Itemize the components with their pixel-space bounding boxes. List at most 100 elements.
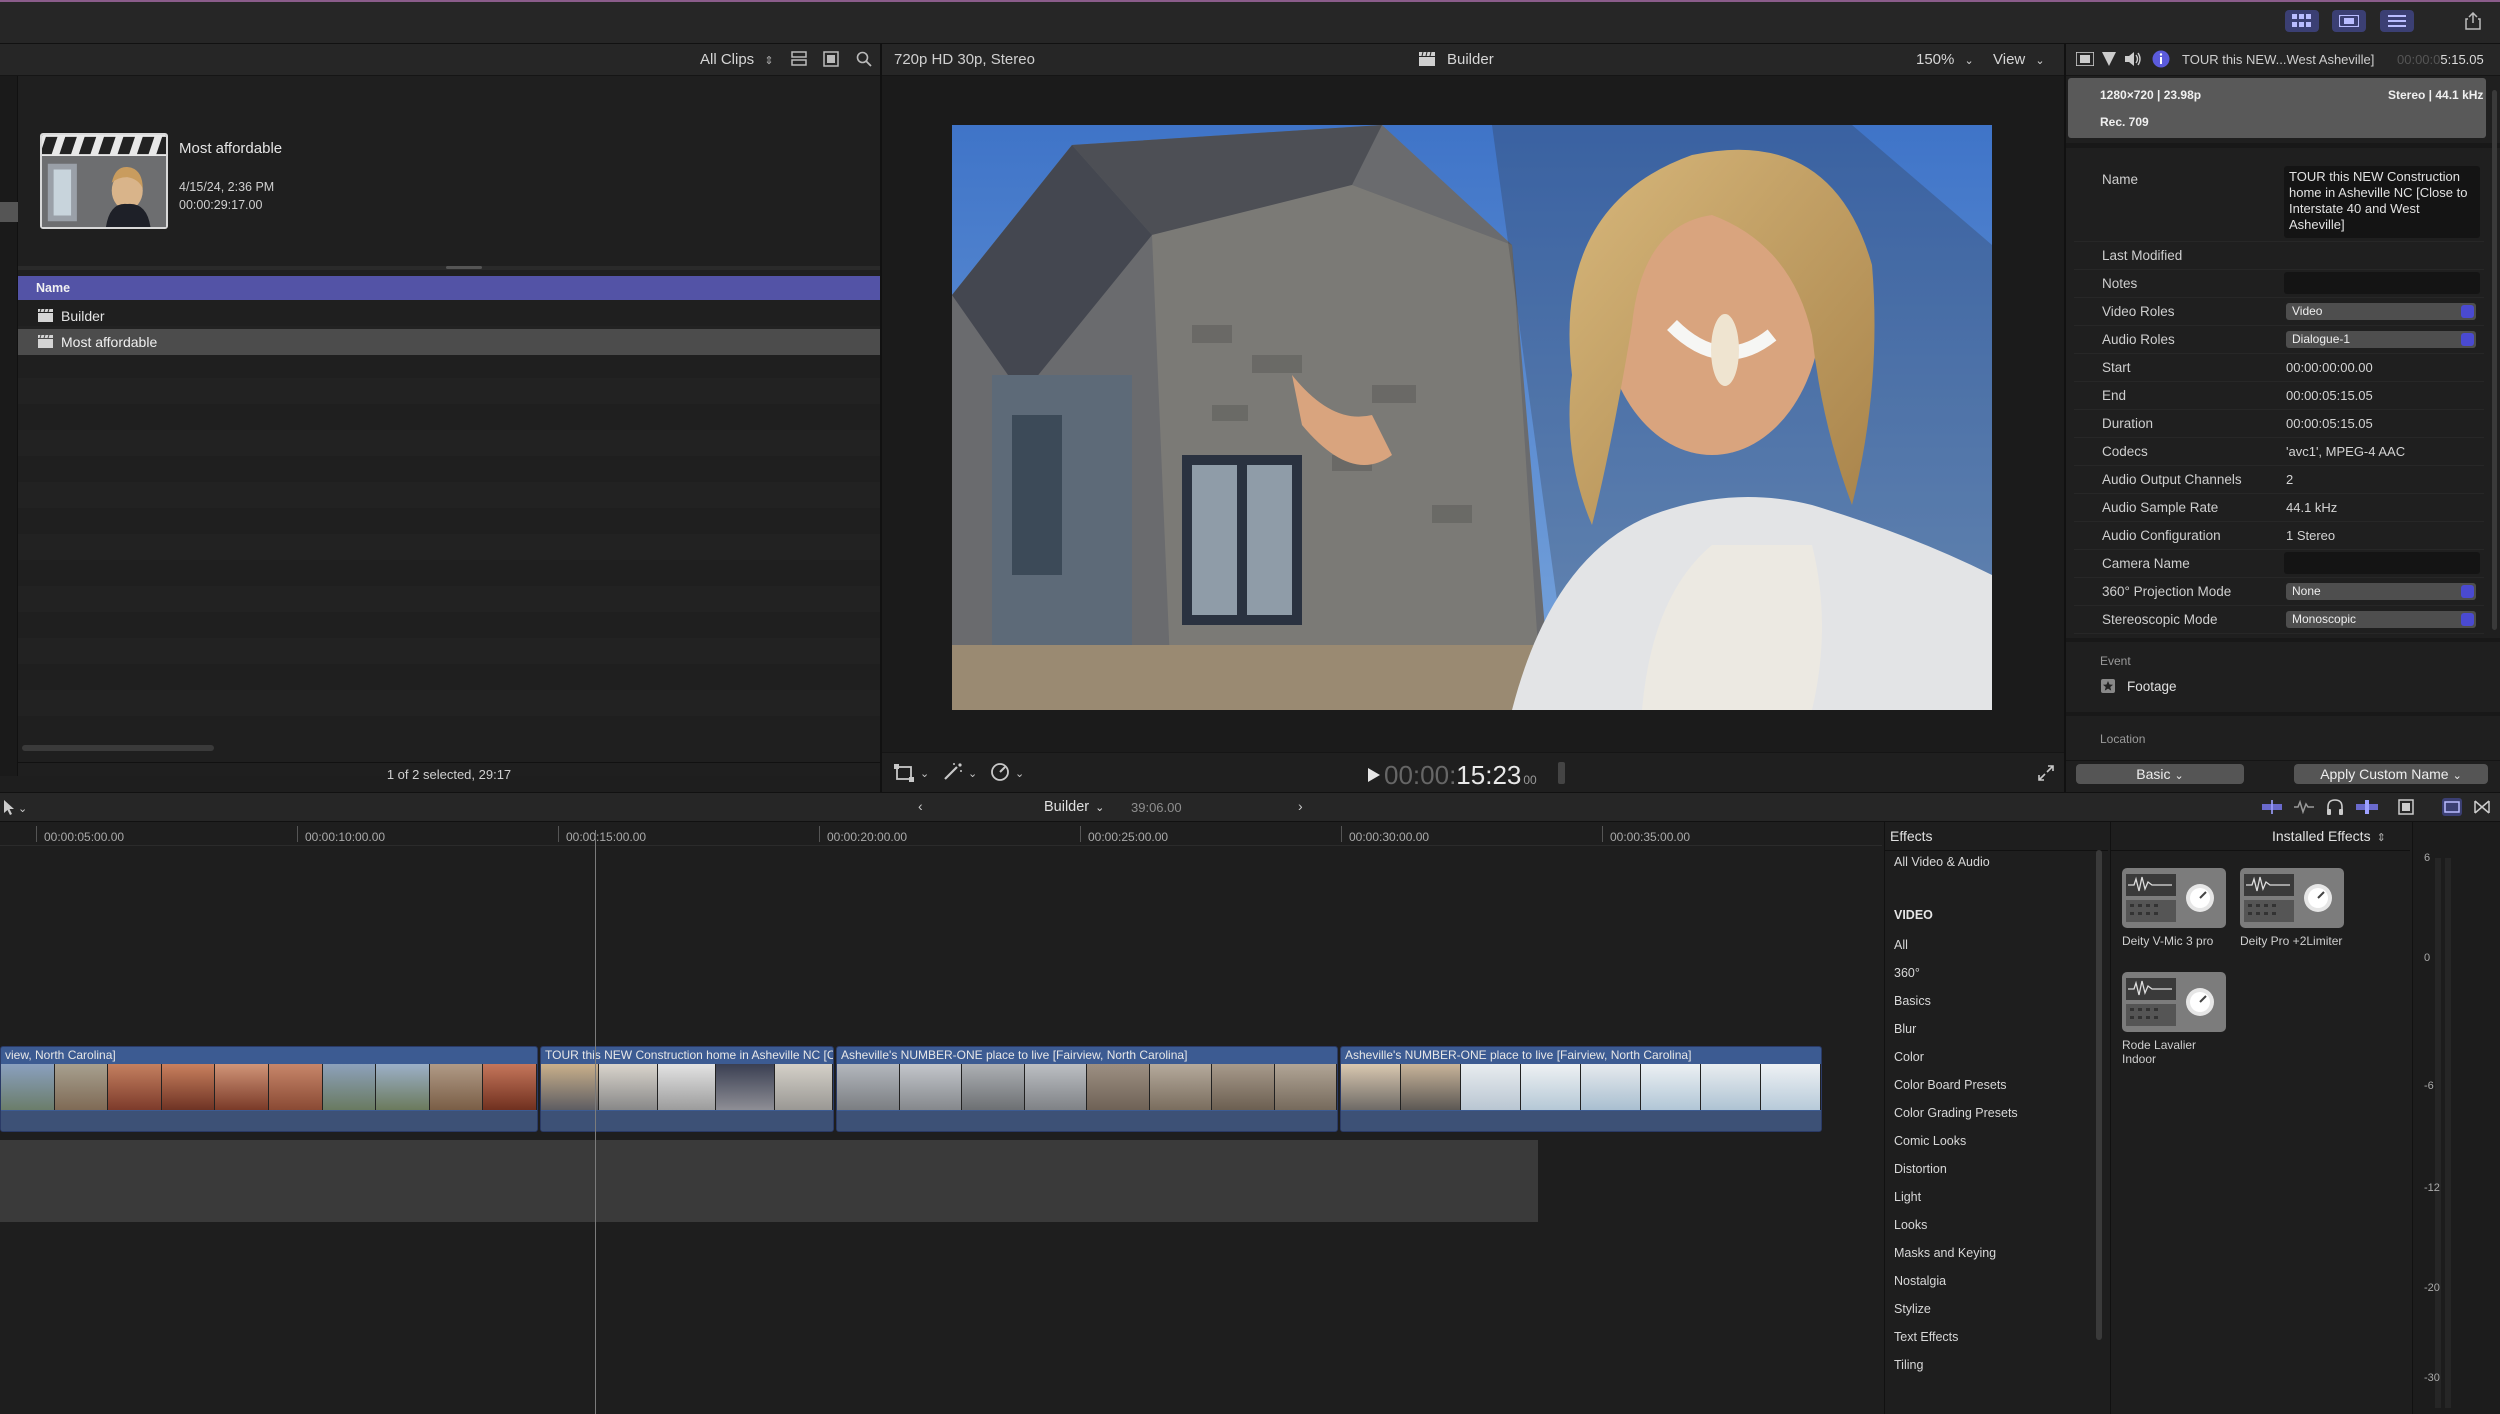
fx-category[interactable]: Color xyxy=(1894,1050,1924,1064)
prop-last-modified: Last Modified xyxy=(2074,242,2484,270)
fx-category[interactable]: Looks xyxy=(1894,1218,1927,1232)
fullscreen-icon[interactable] xyxy=(2038,765,2054,781)
meter-label: -20 xyxy=(2424,1282,2440,1294)
inspector-toggle-button[interactable] xyxy=(2380,10,2414,32)
prop-value: 00:00:00:00.00 xyxy=(2286,360,2373,375)
apply-custom-name-button[interactable]: Apply Custom Name ⌄ xyxy=(2294,764,2488,784)
clip-appearance-icon[interactable] xyxy=(2398,799,2414,815)
timeline-header xyxy=(0,792,2500,822)
effects-browser-icon[interactable] xyxy=(2442,798,2462,816)
snapping-icon[interactable] xyxy=(2356,800,2378,814)
video-roles-popup[interactable]: Video xyxy=(2286,303,2476,320)
list-item-selected[interactable]: Most affordable xyxy=(18,329,880,355)
fx-category[interactable]: Stylize xyxy=(1894,1302,1931,1316)
audio-waveform xyxy=(1,1111,537,1131)
installed-effects-label: Installed Effects xyxy=(2272,828,2371,844)
event-label: Event xyxy=(2100,654,2131,668)
projection-mode-popup[interactable]: None xyxy=(2286,583,2476,600)
section-divider xyxy=(2066,143,2500,148)
chevron-down-icon[interactable]: ⌄ xyxy=(18,802,27,815)
stereoscopic-mode-popup[interactable]: Monoscopic xyxy=(2286,611,2476,628)
timeline-clip[interactable]: Asheville's NUMBER-ONE place to live [Fa… xyxy=(836,1046,1338,1132)
play-icon[interactable] xyxy=(1368,768,1380,782)
zoom-menu[interactable]: 150% ⌄ xyxy=(1916,51,1974,68)
timeline-clip[interactable]: TOUR this NEW Construction home in Ashev… xyxy=(540,1046,834,1132)
audio-roles-popup[interactable]: Dialogue-1 xyxy=(2286,331,2476,348)
library-sidebar-collapsed[interactable] xyxy=(0,76,18,776)
ruler-label: 00:00:25:00.00 xyxy=(1088,830,1169,844)
ruler-label: 00:00:10:00.00 xyxy=(305,830,386,844)
clip-appearance-icon[interactable] xyxy=(791,51,807,67)
chevron-down-icon[interactable]: ⌄ xyxy=(968,767,977,780)
section-divider xyxy=(2066,712,2500,716)
video-frame[interactable] xyxy=(952,125,1992,710)
forward-arrow-icon[interactable]: › xyxy=(1298,798,1303,814)
magic-wand-icon[interactable] xyxy=(942,762,964,782)
clip-thumbnail[interactable] xyxy=(40,133,168,229)
timeline-project-menu[interactable]: Builder ⌄ xyxy=(1044,799,1104,815)
fx-category[interactable]: 360° xyxy=(1894,966,1920,980)
clip-filter-menu[interactable]: All Clips ⇕ xyxy=(700,51,774,68)
list-item[interactable]: Builder xyxy=(18,303,880,329)
audio-skimming-icon[interactable] xyxy=(2294,800,2314,814)
name-field[interactable]: TOUR this NEW Construction home in Ashev… xyxy=(2284,166,2480,238)
fx-category[interactable]: Basics xyxy=(1894,994,1931,1008)
chevron-down-icon: ⌄ xyxy=(1095,802,1105,814)
fx-category-all-video-audio[interactable]: All Video & Audio xyxy=(1894,855,1990,869)
fx-category[interactable]: Comic Looks xyxy=(1894,1134,1966,1148)
prop-audio-configuration: Audio Configuration 1 Stereo xyxy=(2074,522,2484,550)
speaker-icon[interactable] xyxy=(2124,51,2142,67)
filmstrip-view-icon[interactable] xyxy=(823,51,839,67)
fx-category[interactable]: Distortion xyxy=(1894,1162,1947,1176)
notes-field[interactable] xyxy=(2284,272,2480,294)
fx-category[interactable]: Masks and Keying xyxy=(1894,1246,1996,1260)
installed-effects-menu[interactable]: Installed Effects ⇕ xyxy=(2272,828,2386,844)
speed-icon[interactable] xyxy=(990,762,1010,782)
timeline-clip[interactable]: Asheville's NUMBER-ONE place to live [Fa… xyxy=(1340,1046,1822,1132)
timeline-toggle-button[interactable] xyxy=(2332,10,2366,32)
top-toolbar xyxy=(0,0,2500,44)
chevron-down-icon[interactable]: ⌄ xyxy=(920,767,929,780)
fx-category[interactable]: Color Board Presets xyxy=(1894,1078,2007,1092)
fx-category[interactable]: Tiling xyxy=(1894,1358,1923,1372)
pointer-icon[interactable] xyxy=(4,800,16,816)
color-inspector-icon[interactable] xyxy=(2101,51,2117,67)
view-menu[interactable]: View ⌄ xyxy=(1993,51,2045,68)
film-inspector-icon[interactable] xyxy=(2076,52,2094,66)
clip-skimming-icon[interactable] xyxy=(2262,800,2282,814)
horizontal-scrollbar[interactable] xyxy=(22,745,214,751)
effect-thumbnail[interactable] xyxy=(2122,972,2226,1032)
info-icon[interactable] xyxy=(2152,50,2170,68)
transform-icon[interactable] xyxy=(894,764,914,782)
clip-title: TOUR this NEW Construction home in Ashev… xyxy=(545,1048,834,1062)
transitions-icon[interactable] xyxy=(2474,800,2490,814)
back-arrow-icon[interactable]: ‹ xyxy=(918,798,923,814)
headphones-icon[interactable] xyxy=(2326,799,2344,815)
effect-thumbnail[interactable] xyxy=(2122,868,2226,928)
playhead[interactable] xyxy=(595,830,596,1414)
fx-category[interactable]: Text Effects xyxy=(1894,1330,1958,1344)
name-column-header[interactable]: Name xyxy=(36,281,70,295)
metadata-view-menu[interactable]: Basic ⌄ xyxy=(2076,764,2244,784)
fx-category[interactable]: Light xyxy=(1894,1190,1921,1204)
timeline-clip[interactable]: view, North Carolina] xyxy=(0,1046,538,1132)
inspector-scrollbar[interactable] xyxy=(2492,90,2497,630)
camera-name-field[interactable] xyxy=(2284,552,2480,574)
search-icon[interactable] xyxy=(856,51,872,67)
ruler-label: 00:00:05:00.00 xyxy=(44,830,125,844)
fx-category[interactable]: Color Grading Presets xyxy=(1894,1106,2018,1120)
prop-label: Audio Output Channels xyxy=(2102,472,2242,487)
filmstrip-divider[interactable] xyxy=(18,266,880,270)
chevron-down-icon[interactable]: ⌄ xyxy=(1015,767,1024,780)
fx-category[interactable]: All xyxy=(1894,938,1908,952)
prop-label: Stereoscopic Mode xyxy=(2102,612,2218,627)
fx-category[interactable]: Nostalgia xyxy=(1894,1274,1946,1288)
effects-scrollbar[interactable] xyxy=(2096,850,2102,1340)
list-column-header[interactable]: Name xyxy=(18,276,880,300)
timeline-ruler[interactable] xyxy=(0,822,1882,846)
fx-category[interactable]: Blur xyxy=(1894,1022,1916,1036)
libraries-toggle-button[interactable] xyxy=(2285,10,2319,32)
timecode-display[interactable]: 00:00:15:23 00 xyxy=(1384,760,1537,791)
effect-thumbnail[interactable] xyxy=(2240,868,2344,928)
share-button[interactable] xyxy=(2456,10,2490,32)
